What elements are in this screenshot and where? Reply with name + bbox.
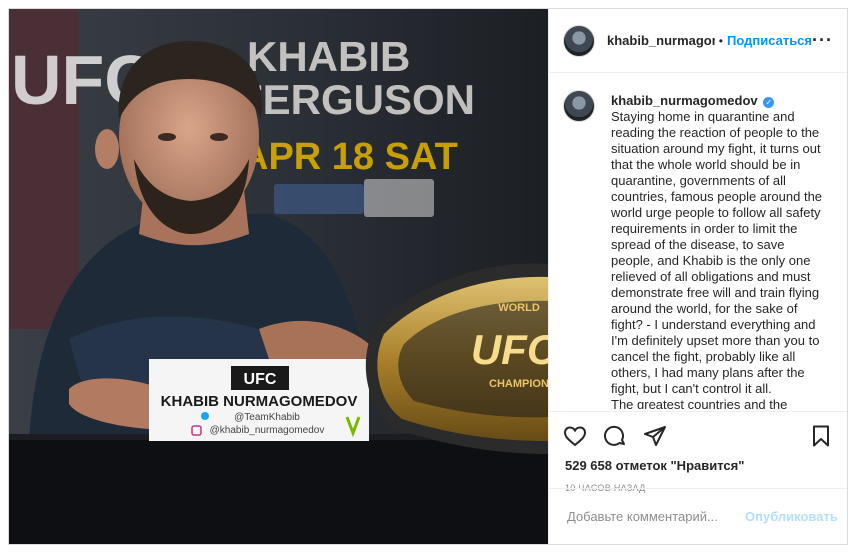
- press-conference-photo: UFC KHABIB FERGUSON APR 18 SAT UFC KHABI…: [9, 9, 548, 544]
- avatar[interactable]: [563, 24, 595, 57]
- post-modal: UFC KHABIB FERGUSON APR 18 SAT UFC KHABI…: [8, 8, 848, 545]
- banner-khabib: KHABIB: [247, 33, 410, 80]
- belt-ufc-text: UFC: [471, 326, 548, 373]
- action-icons-row: [549, 412, 847, 452]
- twitter-icon: [201, 412, 209, 420]
- belt-bottom-text: CHAMPION: [489, 378, 548, 390]
- header-username[interactable]: khabib_nurmagomedov: [607, 33, 715, 48]
- nameplate-name: KHABIB NURMAGOMEDOV: [161, 393, 358, 410]
- banner-ferguson: FERGUSON: [237, 76, 475, 123]
- comment-input[interactable]: [565, 508, 745, 525]
- share-icon[interactable]: [643, 424, 667, 448]
- separator-dot: •: [718, 33, 723, 48]
- nameplate-instagram: @khabib_nurmagomedov: [210, 425, 325, 436]
- publish-button[interactable]: Опубликовать: [745, 509, 838, 524]
- comment-icon[interactable]: [603, 424, 627, 448]
- post-photo[interactable]: UFC KHABIB FERGUSON APR 18 SAT UFC KHABI…: [9, 9, 548, 544]
- actions-section: 529 658 отметок "Нравится" 10 часов наза…: [549, 411, 847, 544]
- heart-icon[interactable]: [563, 424, 587, 448]
- nameplate-ufc-logo: UFC: [244, 371, 277, 388]
- banner-date: APR 18 SAT: [241, 136, 458, 178]
- caption-text-more: The greatest countries and the largest: [611, 397, 788, 409]
- caption-text-block: khabib_nurmagomedov ✓ Staying home in qu…: [611, 93, 823, 409]
- caption-avatar[interactable]: [563, 90, 595, 122]
- comment-form: Опубликовать: [549, 488, 847, 544]
- verified-badge-icon: ✓: [763, 97, 775, 108]
- caption-section[interactable]: khabib_nurmagomedov ✓ Staying home in qu…: [549, 73, 847, 409]
- post-header: khabib_nurmagomedov • Подписаться ···: [549, 9, 847, 73]
- nameplate: UFC KHABIB NURMAGOMEDOV @TeamKhabib @kha…: [149, 359, 369, 441]
- nameplate-twitter: @TeamKhabib: [234, 412, 300, 423]
- bookmark-icon[interactable]: [809, 424, 833, 448]
- likes-count[interactable]: 529 658 отметок "Нравится": [549, 452, 847, 473]
- caption-text: Staying home in quarantine and reading t…: [611, 109, 823, 396]
- caption-username[interactable]: khabib_nurmagomedov: [611, 93, 758, 108]
- more-options-icon[interactable]: ···: [812, 30, 833, 51]
- belt-top-text: WORLD: [498, 302, 540, 314]
- post-sidebar: khabib_nurmagomedov • Подписаться ··· kh…: [548, 9, 847, 544]
- follow-button[interactable]: Подписаться: [727, 33, 812, 48]
